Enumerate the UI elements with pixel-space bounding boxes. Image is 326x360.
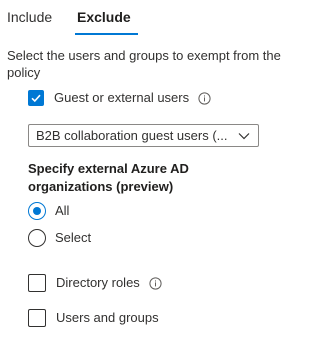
users-and-groups-option[interactable]: Users and groups: [28, 309, 159, 327]
info-icon[interactable]: [149, 276, 162, 290]
directory-roles-label: Directory roles: [56, 275, 140, 290]
checkmark-icon: [31, 94, 41, 103]
radio-select[interactable]: [28, 229, 46, 247]
tab-include[interactable]: Include: [7, 8, 52, 26]
info-icon[interactable]: [198, 91, 211, 105]
chevron-down-icon: [238, 132, 250, 140]
radio-all[interactable]: [28, 202, 46, 220]
guest-type-dropdown-value: B2B collaboration guest users (...: [36, 127, 228, 143]
radio-option-all[interactable]: All: [28, 202, 69, 220]
radio-option-select[interactable]: Select: [28, 229, 91, 247]
directory-roles-checkbox[interactable]: [28, 274, 46, 292]
users-and-groups-label: Users and groups: [56, 310, 159, 325]
tab-exclude[interactable]: Exclude: [77, 8, 131, 26]
section-description: Select the users and groups to exempt fr…: [7, 48, 281, 80]
radio-select-label: Select: [55, 230, 92, 245]
radio-all-label: All: [55, 203, 70, 218]
guest-external-users-option[interactable]: Guest or external users: [28, 90, 211, 106]
guest-type-dropdown[interactable]: B2B collaboration guest users (...: [28, 124, 259, 147]
active-tab-indicator: [75, 33, 138, 35]
guest-external-users-checkbox[interactable]: [28, 90, 44, 106]
radio-selected-dot: [33, 207, 41, 215]
users-and-groups-checkbox[interactable]: [28, 309, 46, 327]
guest-external-users-label: Guest or external users: [54, 90, 190, 105]
external-orgs-heading: Specify external Azure AD organizations …: [28, 161, 189, 194]
directory-roles-option[interactable]: Directory roles: [28, 274, 162, 292]
